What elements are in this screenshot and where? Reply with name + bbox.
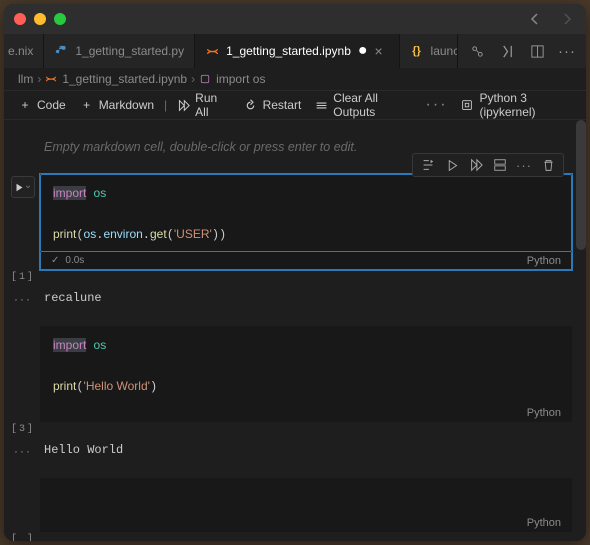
notebook-toolbar: + Code + Markdown | Run All Restart Clea… xyxy=(4,90,586,120)
tab-label: launch.json xyxy=(431,44,458,58)
nav-back-icon[interactable] xyxy=(526,10,544,28)
cell-container[interactable]: Python xyxy=(40,478,572,532)
cell-language[interactable]: Python xyxy=(527,407,561,419)
cell-editor[interactable] xyxy=(40,478,572,514)
cell-output-row: ··· recalune xyxy=(4,285,586,322)
add-code-button[interactable]: + Code xyxy=(14,96,70,114)
cell-editor[interactable]: import os print(os.environ.get('USER')) xyxy=(40,174,572,252)
toolbar-more-button[interactable]: ··· xyxy=(426,96,448,114)
nav-forward-icon[interactable] xyxy=(558,10,576,28)
code-cell: ··· import os print(os.environ.get('USER… xyxy=(4,174,586,270)
chevron-right-icon: › xyxy=(191,72,195,86)
output-ellipsis[interactable]: ··· xyxy=(6,291,40,306)
diff-icon[interactable] xyxy=(498,42,516,60)
editor-tabs: e.nix 1_getting_started.py 1_getting_sta… xyxy=(4,34,586,68)
tab-nix[interactable]: e.nix xyxy=(4,34,44,68)
cell-exec-row: [ ] xyxy=(4,532,586,541)
titlebar xyxy=(4,4,586,34)
run-cell-button[interactable] xyxy=(11,176,35,198)
cell-output-row: ··· Hello World xyxy=(4,437,586,474)
exec-count: [3] xyxy=(6,423,40,435)
plus-icon: + xyxy=(80,98,94,112)
cell-editor[interactable]: import os print('Hello World') xyxy=(40,326,572,404)
add-markdown-button[interactable]: + Markdown xyxy=(76,96,158,114)
exec-count: [ ] xyxy=(6,533,40,541)
tab-label: 1_getting_started.py xyxy=(75,44,184,58)
more-actions-icon[interactable]: ··· xyxy=(513,155,535,175)
run-by-line-icon[interactable] xyxy=(417,155,439,175)
kernel-picker[interactable]: Python 3 (ipykernel) xyxy=(460,91,576,119)
execute-cell-icon[interactable] xyxy=(441,155,463,175)
cell-language[interactable]: Python xyxy=(527,255,561,267)
code-cell: Python xyxy=(4,478,586,532)
clear-icon xyxy=(315,98,328,112)
cell-output: recalune xyxy=(40,291,576,306)
editor-actions: ··· xyxy=(458,34,586,68)
output-ellipsis[interactable]: ··· xyxy=(6,443,40,458)
cell-output: Hello World xyxy=(40,443,576,458)
breadcrumb[interactable]: llm › 1_getting_started.ipynb › import o… xyxy=(4,68,586,90)
run-all-button[interactable]: Run All xyxy=(173,89,233,121)
split-cell-icon[interactable] xyxy=(489,155,511,175)
tab-py[interactable]: 1_getting_started.py xyxy=(44,34,195,68)
vscode-window: e.nix 1_getting_started.py 1_getting_sta… xyxy=(4,4,586,541)
cell-container[interactable]: import os print('Hello World') Python xyxy=(40,326,572,422)
plus-icon: + xyxy=(18,98,32,112)
exec-count: [1] xyxy=(6,271,40,283)
restart-icon xyxy=(244,98,258,112)
python-file-icon xyxy=(54,44,68,58)
cell-status-bar: Python xyxy=(40,404,572,422)
delete-cell-icon[interactable] xyxy=(537,155,559,175)
chevron-right-icon: › xyxy=(37,72,41,86)
execute-below-icon[interactable] xyxy=(465,155,487,175)
json-file-icon: {} xyxy=(410,44,424,58)
symbol-icon xyxy=(199,73,211,85)
success-icon: ✓ xyxy=(51,255,59,266)
jupyter-file-icon xyxy=(205,44,219,58)
tab-label: 1_getting_started.ipynb xyxy=(226,44,351,58)
cell-exec-row: [3] xyxy=(4,422,586,437)
close-window-button[interactable] xyxy=(14,13,26,25)
crumb-symbol[interactable]: import os xyxy=(199,72,265,86)
tab-ipynb[interactable]: 1_getting_started.ipynb ● × xyxy=(195,34,399,68)
code-cell: import os print('Hello World') Python xyxy=(4,326,586,422)
run-all-icon xyxy=(177,98,190,112)
notebook-body[interactable]: Empty markdown cell, double-click or pre… xyxy=(4,120,586,541)
cell-container[interactable]: ··· import os print(os.environ.get('USER… xyxy=(40,174,572,270)
cell-status-bar: Python xyxy=(40,514,572,532)
clear-outputs-button[interactable]: Clear All Outputs xyxy=(311,89,419,121)
traffic-lights xyxy=(14,13,66,25)
close-tab-button[interactable]: × xyxy=(375,43,389,59)
cell-action-bar: ··· xyxy=(412,153,564,177)
tab-json[interactable]: {} launch.json U xyxy=(400,34,458,68)
kernel-icon xyxy=(460,98,474,112)
maximize-window-button[interactable] xyxy=(54,13,66,25)
layout-icon[interactable] xyxy=(528,42,546,60)
crumb-file[interactable]: 1_getting_started.ipynb xyxy=(45,72,187,86)
cell-status-bar: ✓ 0.0s Python xyxy=(40,252,572,270)
crumb-folder[interactable]: llm xyxy=(18,72,33,86)
more-icon[interactable]: ··· xyxy=(558,42,576,60)
cell-exec-row: [1] xyxy=(4,270,586,285)
restart-button[interactable]: Restart xyxy=(240,96,306,114)
tab-label: e.nix xyxy=(8,44,33,58)
cell-duration: 0.0s xyxy=(65,255,84,266)
jupyter-file-icon xyxy=(45,73,57,85)
compare-icon[interactable] xyxy=(468,42,486,60)
minimize-window-button[interactable] xyxy=(34,13,46,25)
cell-language[interactable]: Python xyxy=(527,517,561,529)
cell-output-spacer xyxy=(40,271,576,283)
